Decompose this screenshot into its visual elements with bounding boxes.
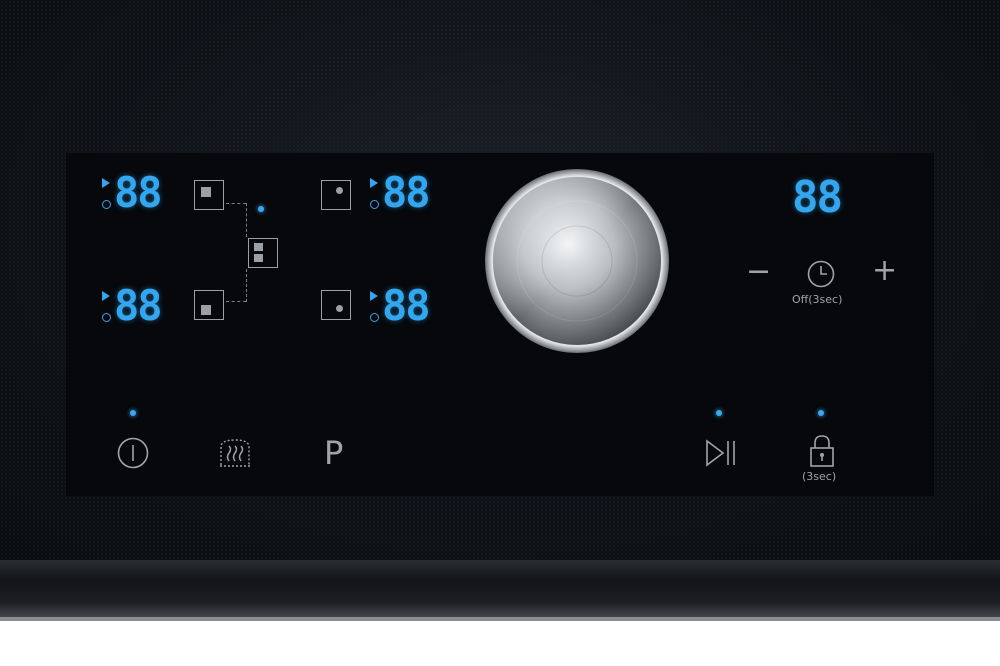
zone-square-icon[interactable]: [194, 180, 224, 210]
zone-display-rear-right[interactable]: 88: [368, 172, 448, 218]
zone-power-level: 88: [114, 281, 163, 330]
zone-square-icon[interactable]: [321, 180, 351, 210]
bridge-indicator-led: [258, 206, 264, 212]
clock-icon: [102, 200, 111, 209]
bridge-connector: [246, 269, 247, 302]
bridge-connector: [226, 301, 246, 302]
bridge-connector: [246, 203, 247, 237]
play-pause-indicator-led: [716, 410, 722, 416]
bridge-zone-icon[interactable]: [248, 238, 278, 268]
zone-power-level: 88: [114, 168, 163, 217]
timer-off-label: Off(3sec): [792, 293, 843, 306]
zone-display-front-left[interactable]: 88: [100, 285, 180, 331]
control-knob[interactable]: [484, 168, 670, 354]
lock-indicator-led: [818, 410, 824, 416]
clock-icon: [370, 313, 379, 322]
bottom-trim: [0, 560, 1000, 620]
play-arrow-icon: [102, 178, 110, 188]
zone-display-front-right[interactable]: 88: [368, 285, 448, 331]
lock-icon[interactable]: [808, 433, 836, 469]
clock-icon[interactable]: [806, 259, 836, 289]
plus-button[interactable]: +: [872, 256, 897, 286]
power-indicator-led: [130, 410, 136, 416]
bottom-edge: [0, 617, 1000, 621]
pause-button[interactable]: P: [324, 436, 343, 470]
play-pause-icon[interactable]: [704, 438, 738, 468]
minus-button[interactable]: −: [746, 257, 771, 287]
zone-display-rear-left[interactable]: 88: [100, 172, 180, 218]
play-arrow-icon: [102, 291, 110, 301]
play-arrow-icon: [370, 178, 378, 188]
clock-icon: [370, 200, 379, 209]
zone-power-level: 88: [382, 168, 431, 217]
zone-square-icon[interactable]: [194, 290, 224, 320]
clock-icon: [102, 313, 111, 322]
lock-duration-label: (3sec): [802, 470, 837, 483]
timer-display: 88: [792, 172, 843, 223]
play-arrow-icon: [370, 291, 378, 301]
zone-square-icon[interactable]: [321, 290, 351, 320]
keep-warm-icon[interactable]: [216, 435, 254, 471]
bridge-connector: [226, 203, 246, 204]
power-icon[interactable]: [116, 436, 150, 470]
zone-power-level: 88: [382, 281, 431, 330]
